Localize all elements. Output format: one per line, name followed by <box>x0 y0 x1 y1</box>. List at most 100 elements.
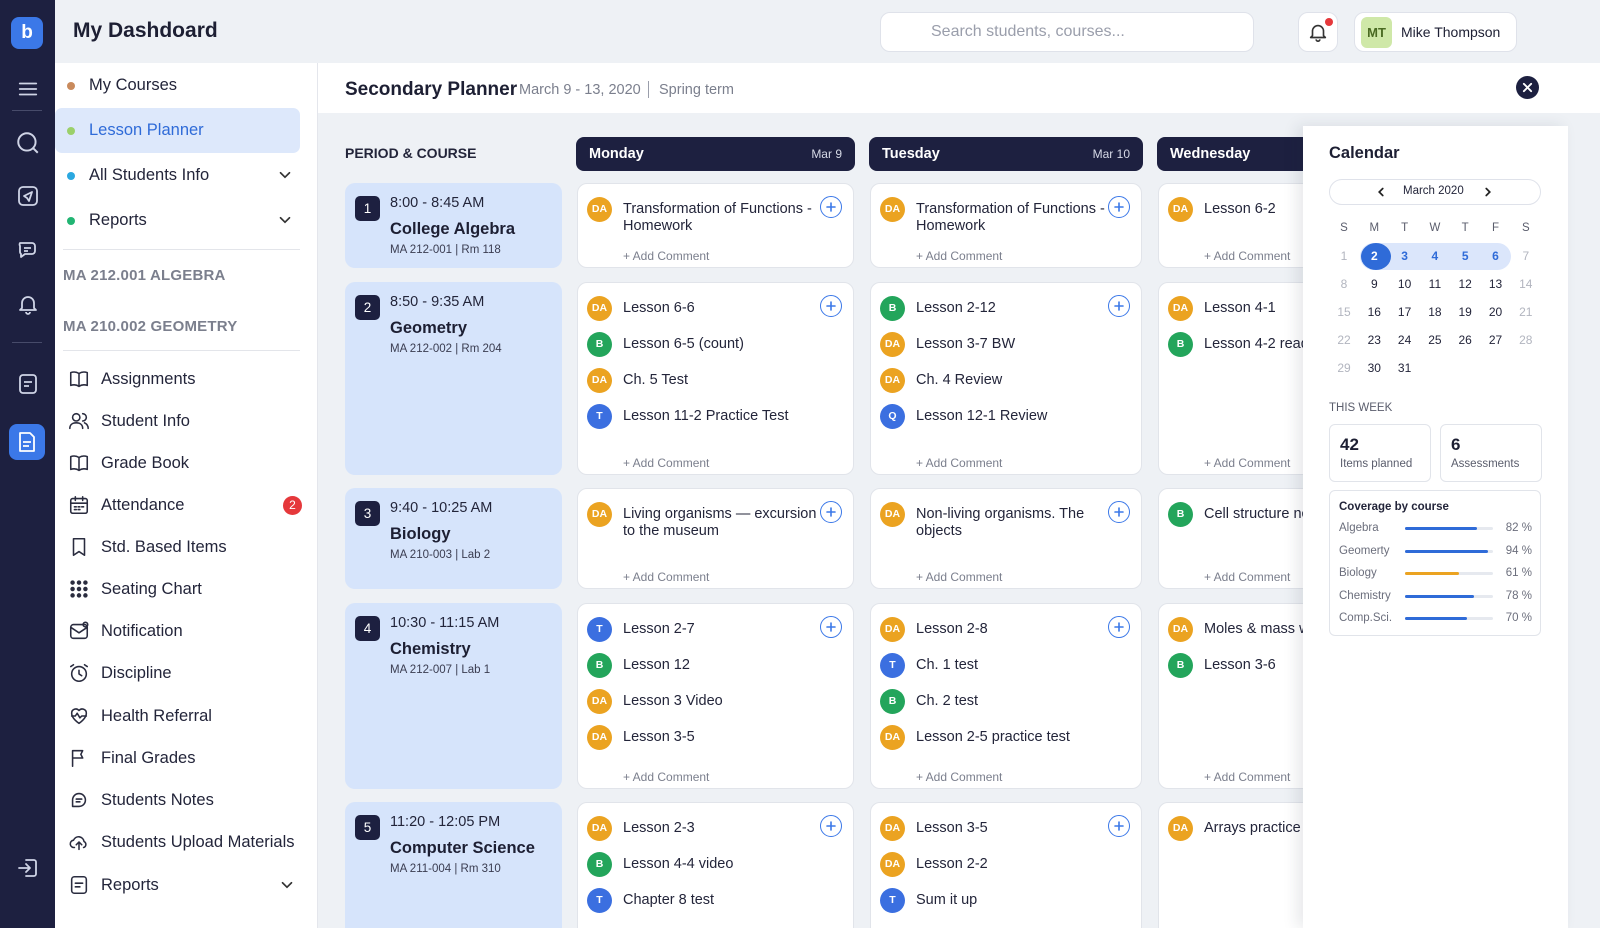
nav-item-lesson-planner[interactable]: Lesson Planner <box>55 108 300 153</box>
period-card[interactable]: 1 8:00 - 8:45 AM College Algebra MA 212-001… <box>345 183 562 268</box>
app-logo[interactable]: b <box>11 17 43 49</box>
period-card[interactable]: 3 9:40 - 10:25 AM Biology MA 210-003 | Lab … <box>345 488 562 589</box>
lesson-item[interactable]: DA Lesson 3-5 <box>880 816 1105 841</box>
lesson-item[interactable]: DA Lesson 3-7 BW <box>880 332 1105 357</box>
add-comment-link[interactable]: + Add Comment <box>916 249 1002 263</box>
lesson-item[interactable]: DA Living organisms — excursion to the mu… <box>587 502 817 539</box>
lesson-item[interactable]: B Lesson 6-5 (count) <box>587 332 817 357</box>
period-card[interactable]: 2 8:50 - 9:35 AM Geometry MA 212-002 | Rm 2… <box>345 282 562 475</box>
bell-icon[interactable] <box>11 287 45 321</box>
sidebar-link-assignments[interactable]: Assignments <box>67 363 302 395</box>
lesson-item[interactable]: B Lesson 2-12 <box>880 296 1105 321</box>
add-comment-link[interactable]: + Add Comment <box>623 570 709 584</box>
course-group-geometry[interactable]: MA 210.002 GEOMETRY <box>63 318 237 335</box>
calendar-day[interactable]: 28 <box>1511 330 1541 350</box>
calendar-day[interactable]: 6 <box>1481 246 1511 266</box>
lesson-item[interactable]: DA Lesson 3-5 <box>587 725 817 750</box>
calendar-day[interactable]: 18 <box>1420 302 1450 322</box>
add-comment-link[interactable]: + Add Comment <box>1204 770 1290 784</box>
nav-item-reports[interactable]: Reports <box>55 198 300 243</box>
calendar-day[interactable]: 22 <box>1329 330 1359 350</box>
calendar-day[interactable]: 7 <box>1511 246 1541 266</box>
document-icon[interactable] <box>11 367 45 401</box>
sidebar-link-seating-chart[interactable]: Seating Chart <box>67 573 302 605</box>
calendar-day[interactable]: 9 <box>1359 274 1389 294</box>
add-comment-link[interactable]: + Add Comment <box>916 570 1002 584</box>
calendar-day[interactable]: 17 <box>1390 302 1420 322</box>
add-item-button[interactable] <box>1108 501 1130 523</box>
calendar-day[interactable]: 3 <box>1390 246 1420 266</box>
nav-item-my-courses[interactable]: My Courses <box>55 63 300 108</box>
calendar-day[interactable]: 11 <box>1420 274 1450 294</box>
calendar-day[interactable]: 24 <box>1390 330 1420 350</box>
lesson-item[interactable]: DA Transformation of Functions - Homework <box>587 197 817 234</box>
add-item-button[interactable] <box>1108 815 1130 837</box>
sidebar-link-discipline[interactable]: Discipline <box>67 657 302 689</box>
lesson-item[interactable]: DA Lesson 2-5 practice test <box>880 725 1105 750</box>
sidebar-link-attendance[interactable]: Attendance 2 <box>67 489 302 521</box>
calendar-day[interactable]: 30 <box>1359 358 1389 378</box>
calendar-day[interactable]: 12 <box>1450 274 1480 294</box>
add-comment-link[interactable]: + Add Comment <box>1204 456 1290 470</box>
lesson-item[interactable]: T Chapter 8 test <box>587 888 817 913</box>
lesson-item[interactable]: DA Lesson 2-8 <box>880 617 1105 642</box>
add-comment-link[interactable]: + Add Comment <box>916 456 1002 470</box>
calendar-day[interactable]: 21 <box>1511 302 1541 322</box>
lesson-item[interactable]: DA Non-living organisms. The objects <box>880 502 1105 539</box>
sidebar-link-grade-book[interactable]: Grade Book <box>67 447 302 479</box>
calendar-day[interactable]: 5 <box>1450 246 1480 266</box>
lesson-item[interactable]: T Lesson 11-2 Practice Test <box>587 404 817 429</box>
calendar-day[interactable]: 26 <box>1450 330 1480 350</box>
lesson-item[interactable]: DA Ch. 5 Test <box>587 368 817 393</box>
add-item-button[interactable] <box>820 501 842 523</box>
lesson-item[interactable]: T Sum it up <box>880 888 1105 913</box>
add-item-button[interactable] <box>820 815 842 837</box>
lesson-item[interactable]: DA Ch. 4 Review <box>880 368 1105 393</box>
chat-icon[interactable] <box>11 233 45 267</box>
sidebar-link-notification[interactable]: Notification <box>67 615 302 647</box>
add-item-button[interactable] <box>820 616 842 638</box>
close-button[interactable] <box>1516 76 1539 99</box>
calendar-day[interactable]: 13 <box>1481 274 1511 294</box>
sidebar-link-students-notes[interactable]: Students Notes <box>67 784 302 816</box>
sidebar-link-student-info[interactable]: Student Info <box>67 405 302 437</box>
calendar-day[interactable]: 29 <box>1329 358 1359 378</box>
calendar-day[interactable]: 16 <box>1359 302 1389 322</box>
calendar-day[interactable]: 25 <box>1420 330 1450 350</box>
add-comment-link[interactable]: + Add Comment <box>623 249 709 263</box>
calendar-day[interactable]: 14 <box>1511 274 1541 294</box>
chevron-right-icon[interactable] <box>1481 185 1495 199</box>
lesson-item[interactable]: DA Lesson 3 Video <box>587 689 817 714</box>
sidebar-link-health-referral[interactable]: Health Referral <box>67 700 302 732</box>
calendar-day[interactable]: 15 <box>1329 302 1359 322</box>
course-group-algebra[interactable]: MA 212.001 ALGEBRA <box>63 267 226 284</box>
add-comment-link[interactable]: + Add Comment <box>1204 570 1290 584</box>
search-icon[interactable] <box>11 126 45 160</box>
nav-item-all-students-info[interactable]: All Students Info <box>55 153 300 198</box>
lesson-item[interactable]: T Lesson 2-7 <box>587 617 817 642</box>
add-item-button[interactable] <box>820 196 842 218</box>
add-item-button[interactable] <box>820 295 842 317</box>
sidebar-link-reports[interactable]: Reports <box>67 869 302 901</box>
notifications-button[interactable] <box>1298 12 1338 52</box>
add-item-button[interactable] <box>1108 616 1130 638</box>
send-icon[interactable] <box>11 179 45 213</box>
lesson-item[interactable]: DA Transformation of Functions - Homework <box>880 197 1105 234</box>
menu-icon[interactable] <box>11 72 45 106</box>
chevron-left-icon[interactable] <box>1374 185 1388 199</box>
calendar-day[interactable]: 4 <box>1420 246 1450 266</box>
calendar-day[interactable]: 10 <box>1390 274 1420 294</box>
calendar-day[interactable]: 2 <box>1359 246 1389 266</box>
add-comment-link[interactable]: + Add Comment <box>623 456 709 470</box>
sidebar-link-std-based-items[interactable]: Std. Based Items <box>67 531 302 563</box>
period-card[interactable]: 5 11:20 - 12:05 PM Computer Science MA 211-… <box>345 802 562 928</box>
sidebar-link-final-grades[interactable]: Final Grades <box>67 742 302 774</box>
add-comment-link[interactable]: + Add Comment <box>623 770 709 784</box>
add-item-button[interactable] <box>1108 295 1130 317</box>
calendar-day[interactable]: 1 <box>1329 246 1359 266</box>
calendar-day[interactable]: 20 <box>1481 302 1511 322</box>
calendar-day[interactable]: 31 <box>1390 358 1420 378</box>
lesson-item[interactable]: Q Lesson 12-1 Review <box>880 404 1105 429</box>
calendar-day[interactable]: 27 <box>1481 330 1511 350</box>
calendar-day[interactable]: 19 <box>1450 302 1480 322</box>
